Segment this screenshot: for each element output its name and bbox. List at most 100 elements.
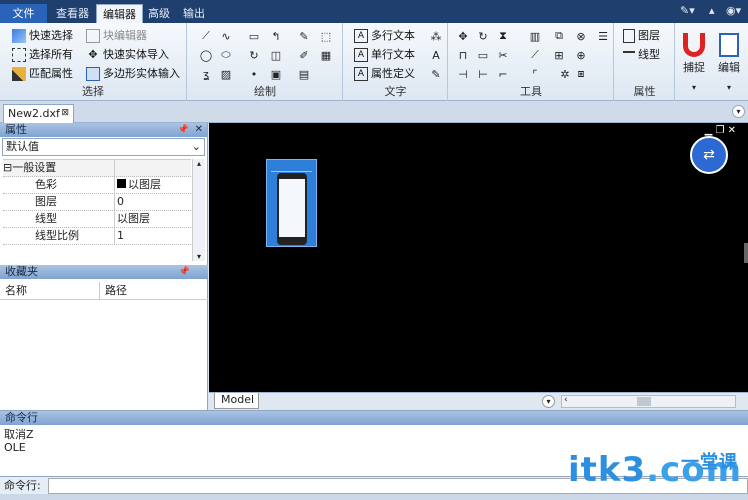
restore-icon[interactable]: ❐ [715, 125, 724, 136]
property-row[interactable]: 线型 以图层 [3, 211, 191, 228]
mirror-tool-icon[interactable]: ⧗ [495, 28, 511, 44]
tab-list-dropdown-icon[interactable]: ▾ [732, 105, 745, 118]
mtext-button[interactable]: A 多行文本 [354, 27, 415, 45]
favorites-path-column[interactable]: 路径 [100, 282, 127, 299]
fillet-tool-icon[interactable]: ⌐ [495, 66, 511, 82]
measure-tool-icon[interactable]: ⧆ [573, 66, 589, 82]
magnet-icon [683, 33, 705, 57]
layers-button[interactable]: 图层 [623, 27, 660, 45]
attdef-button[interactable]: A 属性定义 [354, 65, 415, 83]
rectangle-tool-icon[interactable]: ▭ [246, 28, 262, 44]
image-tool-icon[interactable]: ▣ [268, 66, 284, 82]
polygon-input-button[interactable]: 多边形实体输入 [86, 65, 180, 83]
select-all-button[interactable]: 选择所有 [12, 46, 73, 64]
file-menu[interactable]: 文件 [0, 4, 47, 23]
fill-tool-icon[interactable]: ▦ [318, 47, 334, 63]
match-props-button[interactable]: 匹配属性 [12, 65, 73, 83]
text-path-tool-icon[interactable]: ↰ [268, 28, 284, 44]
help-icon[interactable]: ◉▾ [726, 4, 741, 17]
point-tool-icon[interactable]: • [246, 66, 262, 82]
scroll-left-icon[interactable]: ‹ [564, 395, 568, 405]
spline-tool-icon[interactable]: ʓ [198, 66, 214, 82]
properties-filter-select[interactable]: 默认值 ⌄ [2, 138, 205, 156]
polyline-tool-icon[interactable]: ∿ [218, 28, 234, 44]
explode-tool-icon[interactable]: ✲ [557, 66, 573, 82]
rotate-tool-icon[interactable]: ↻ [475, 28, 491, 44]
edit-dropdown-icon[interactable]: ▾ [713, 83, 745, 92]
stext-button[interactable]: A 单行文本 [354, 46, 415, 64]
property-value[interactable]: 1 [115, 228, 191, 244]
circle-tool-icon[interactable]: ◯ [198, 47, 214, 63]
properties-scrollbar[interactable]: ▴ ▾ [192, 159, 205, 261]
favorites-name-column[interactable]: 名称 [0, 282, 100, 299]
collapse-icon[interactable]: ⊟ [3, 161, 12, 174]
extend-tool-icon[interactable]: ⟋ [527, 47, 543, 63]
hatch-tool-icon[interactable]: ▨ [218, 66, 234, 82]
brush-tool-icon[interactable]: ✐ [296, 47, 312, 63]
align-tool-icon[interactable]: ⊣ [455, 66, 471, 82]
model-tab[interactable]: Model [214, 393, 259, 409]
tab-output[interactable]: 输出 [177, 4, 211, 23]
text-edit-icon[interactable]: ✎ [428, 66, 444, 82]
tab-editor[interactable]: 编辑器 [96, 4, 143, 23]
drawing-canvas[interactable]: ▁ ❐ ✕ ⇄ [209, 123, 748, 392]
arc-tool-icon[interactable]: ↻ [246, 47, 262, 63]
link-tool-icon[interactable]: ⊗ [573, 28, 589, 44]
snap-dropdown-icon[interactable]: ▾ [678, 83, 710, 92]
property-value[interactable]: 以图层 [115, 211, 191, 227]
quick-select-button[interactable]: 快速选择 [12, 27, 73, 45]
move-tool-icon[interactable]: ✥ [455, 28, 471, 44]
favorites-header: 名称 路径 [0, 282, 208, 300]
distribute-tool-icon[interactable]: ⊢ [475, 66, 491, 82]
trim-tool-icon[interactable]: ✂ [495, 47, 511, 63]
layout-dropdown-icon[interactable]: ▾ [542, 395, 555, 408]
text-font-icon[interactable]: A [428, 47, 444, 63]
favorites-pin-icon[interactable]: 📌 [179, 265, 190, 279]
translate-icon[interactable]: ⇄ [690, 136, 728, 174]
scale-tool-icon[interactable]: ▭ [475, 47, 491, 63]
join-tool-icon[interactable]: ⊕ [573, 47, 589, 63]
table-tool-icon[interactable]: ▤ [296, 66, 312, 82]
list-tool-icon[interactable]: ☰ [595, 28, 611, 44]
close-tab-icon[interactable]: ⊠ [61, 105, 69, 122]
region-tool-icon[interactable]: ⬚ [318, 28, 334, 44]
property-row[interactable]: 色彩 以图层 [3, 177, 191, 194]
pin-icon[interactable]: 📌 [178, 123, 189, 137]
stretch-tool-icon[interactable]: ⊓ [455, 47, 471, 63]
favorites-title-label: 收藏夹 [5, 265, 38, 278]
snap-button[interactable]: 捕捉 ▾ [678, 27, 710, 97]
chamfer-tool-icon[interactable]: ⌜ [527, 66, 543, 82]
line-tool-icon[interactable]: ⟋ [198, 28, 214, 44]
property-section-row[interactable]: ⊟一般设置 [3, 160, 191, 177]
document-tab[interactable]: New2.dxf ⊠ [3, 104, 74, 123]
linetype-button[interactable]: 线型 [623, 46, 660, 64]
minimize-ribbon-icon[interactable]: ▴ [709, 4, 715, 17]
quick-access-icon[interactable]: ✎▾ [680, 4, 695, 17]
tab-advanced[interactable]: 高级 [142, 4, 176, 23]
edit-button[interactable]: 编辑 ▾ [713, 27, 745, 97]
horizontal-scrollbar[interactable]: ‹ [561, 395, 736, 408]
minimize-icon[interactable]: ▁ [705, 125, 713, 136]
property-value[interactable]: 以图层 [115, 177, 191, 193]
copy-tool-icon[interactable]: ⧉ [551, 28, 567, 44]
array-tool-icon[interactable]: ▥ [527, 28, 543, 44]
ellipse-tool-icon[interactable]: ⬭ [218, 47, 234, 63]
break-tool-icon[interactable]: ⊞ [551, 47, 567, 63]
canvas-vscroll-tab[interactable] [744, 243, 748, 263]
block-editor-button[interactable]: 块编辑器 [86, 27, 147, 45]
offset-tool-icon[interactable]: ◫ [268, 47, 284, 63]
scroll-down-icon[interactable]: ▾ [193, 252, 205, 261]
tab-viewer[interactable]: 查看器 [50, 4, 95, 23]
property-row[interactable]: 图层 0 [3, 194, 191, 211]
quick-import-button[interactable]: ✥ 快速实体导入 [86, 46, 169, 64]
embedded-phone-image[interactable] [266, 159, 317, 247]
select-group-label: 选择 [82, 85, 104, 98]
property-value[interactable]: 0 [115, 194, 191, 210]
pen-tool-icon[interactable]: ✎ [296, 28, 312, 44]
text-style-icon[interactable]: ⁂ [428, 28, 444, 44]
scroll-up-icon[interactable]: ▴ [193, 159, 205, 168]
scroll-thumb[interactable] [637, 397, 651, 406]
close-icon[interactable]: ✕ [195, 123, 203, 137]
property-row[interactable]: 线型比例 1 [3, 228, 191, 245]
close-canvas-icon[interactable]: ✕ [728, 125, 736, 136]
